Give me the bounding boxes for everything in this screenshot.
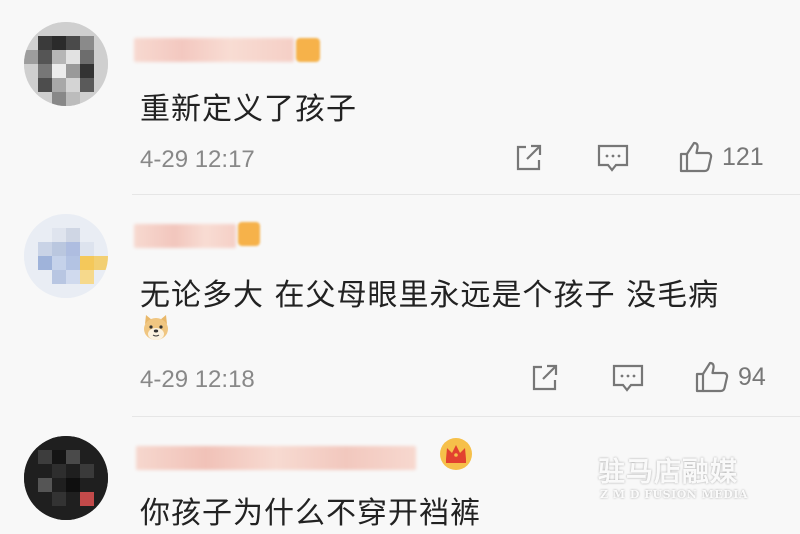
crown-badge-icon bbox=[440, 438, 472, 470]
avatar[interactable] bbox=[24, 214, 108, 298]
share-button[interactable] bbox=[528, 362, 560, 394]
comment-text: 重新定义了孩子 bbox=[140, 92, 357, 127]
avatar[interactable] bbox=[24, 22, 108, 106]
member-badge bbox=[238, 222, 260, 246]
share-icon bbox=[516, 144, 542, 171]
reply-button[interactable] bbox=[596, 142, 630, 174]
username[interactable] bbox=[136, 446, 416, 470]
doge-emoji bbox=[144, 315, 168, 340]
thumbs-up-icon bbox=[679, 141, 713, 173]
comment-timestamp: 4-29 12:18 bbox=[140, 366, 255, 393]
comment-icon bbox=[612, 364, 644, 392]
thumbs-up-icon bbox=[695, 361, 729, 393]
share-button[interactable] bbox=[512, 142, 544, 174]
reply-button[interactable] bbox=[611, 362, 645, 394]
member-badge bbox=[296, 38, 320, 62]
username[interactable] bbox=[134, 224, 236, 248]
comment-icon bbox=[597, 144, 629, 172]
avatar[interactable] bbox=[24, 436, 108, 520]
comment-list: 重新定义了孩子 4-29 12:17 121 无论多大 在父母眼里永远是个孩子 … bbox=[0, 0, 800, 534]
comment-timestamp: 4-29 12:17 bbox=[140, 146, 255, 173]
comment-text: 你孩子为什么不穿开裆裤 bbox=[140, 496, 481, 531]
username[interactable] bbox=[134, 38, 294, 62]
share-icon bbox=[532, 364, 558, 391]
divider bbox=[132, 416, 800, 417]
watermark-subtitle: Z M D FUSION MEDIA bbox=[600, 488, 748, 501]
watermark: 驻马店融媒 Z M D FUSION MEDIA bbox=[598, 448, 798, 510]
watermark-title: 驻马店融媒 bbox=[598, 457, 738, 488]
like-button[interactable]: 121 bbox=[678, 140, 764, 174]
like-button[interactable]: 94 bbox=[694, 360, 766, 394]
comment-text: 无论多大 在父母眼里永远是个孩子 没毛病 bbox=[140, 278, 720, 313]
like-count: 94 bbox=[738, 362, 766, 391]
like-count: 121 bbox=[722, 142, 764, 171]
divider bbox=[132, 194, 800, 195]
